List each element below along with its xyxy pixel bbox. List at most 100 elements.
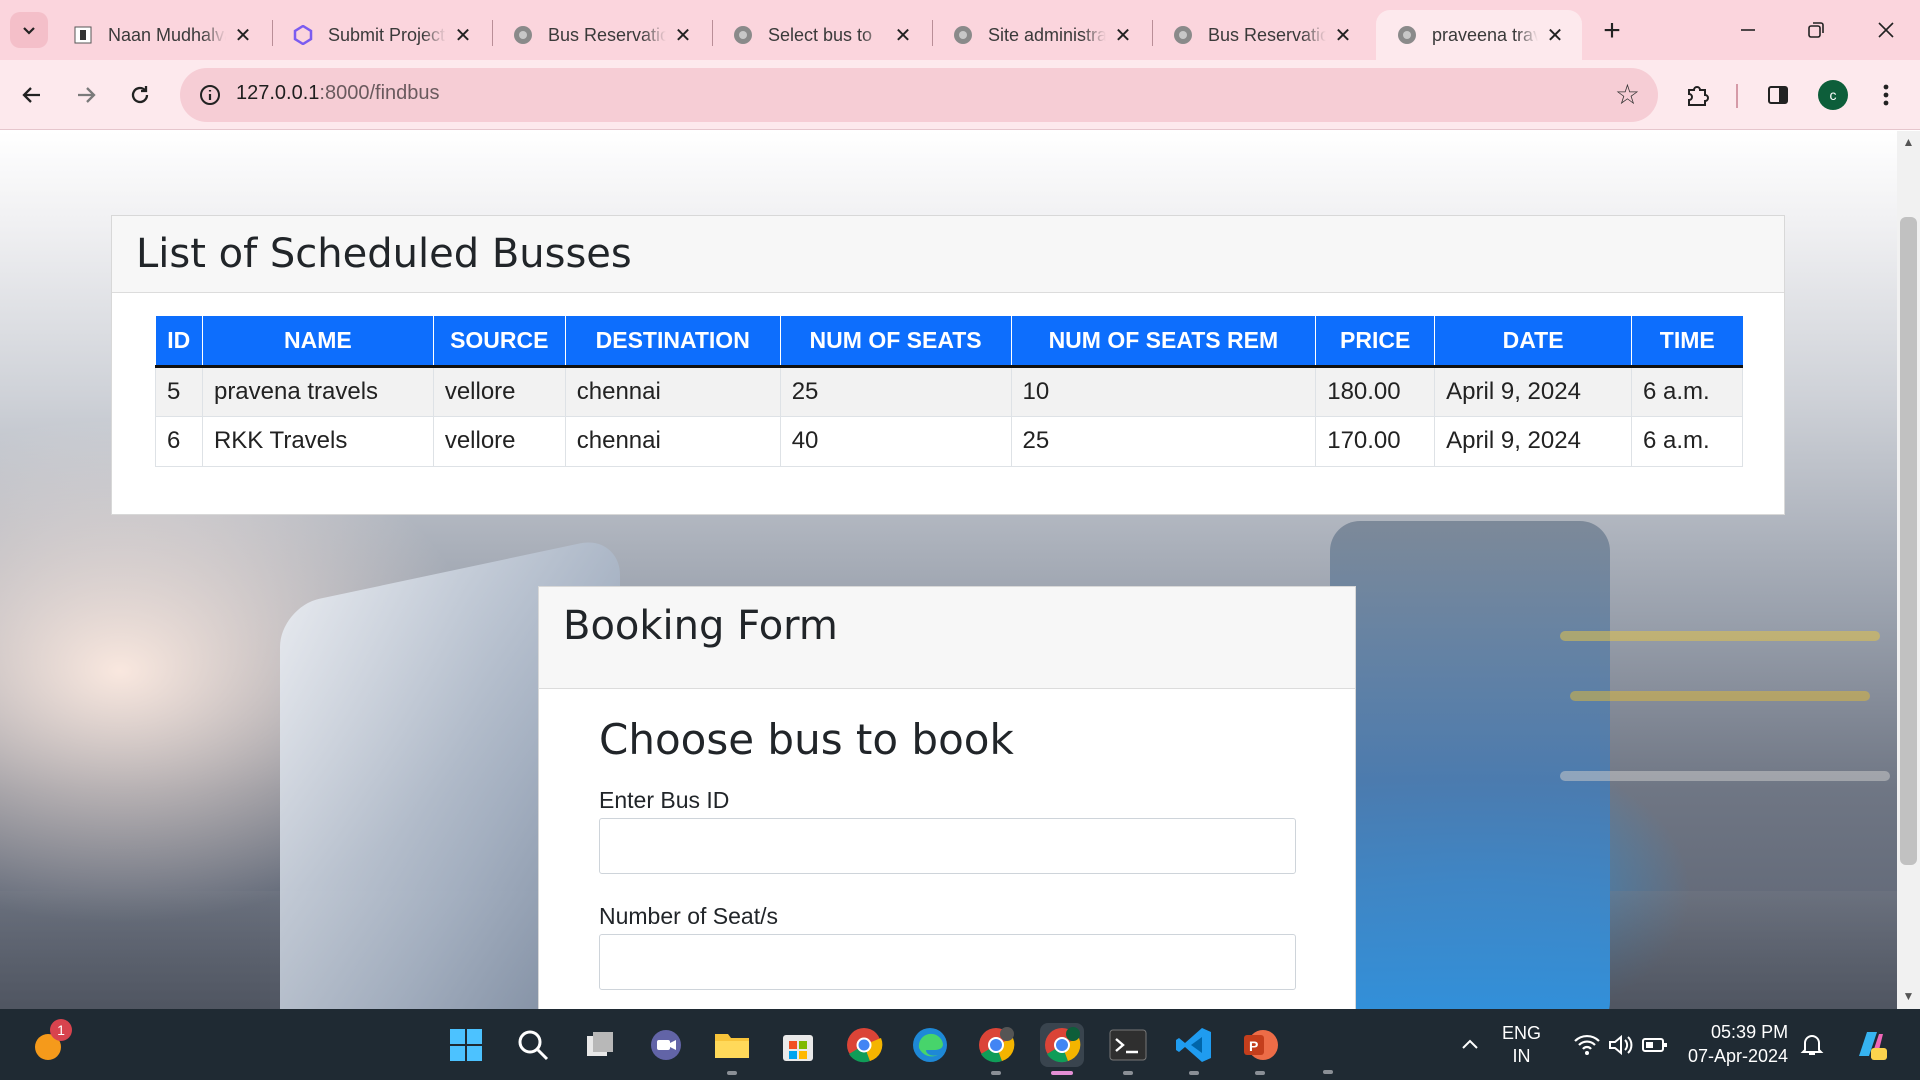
- address-bar[interactable]: 127.0.0.1:8000/findbus ☆: [180, 68, 1658, 122]
- column-header-date: DATE: [1434, 316, 1633, 368]
- notifications-button[interactable]: [1796, 1023, 1828, 1067]
- language-indicator[interactable]: ENG IN: [1502, 1022, 1541, 1068]
- new-tab-button[interactable]: +: [1594, 14, 1630, 48]
- scroll-down-arrow-icon[interactable]: ▼: [1897, 989, 1920, 1007]
- tab-bus-reservation-2[interactable]: Bus Reservation ✕: [1152, 10, 1370, 60]
- tab-title: Site administration: [988, 24, 1106, 45]
- bus-id-input[interactable]: [599, 818, 1296, 874]
- booking-form-subtitle: Choose bus to book: [599, 715, 1014, 764]
- copilot-button[interactable]: [1848, 1023, 1892, 1067]
- close-tab-icon[interactable]: ✕: [672, 24, 694, 47]
- url-text[interactable]: 127.0.0.1:8000/findbus: [236, 82, 440, 105]
- reload-button[interactable]: [118, 73, 162, 117]
- url-path: :8000/findbus: [319, 82, 440, 104]
- naan-mudhalvan-favicon: [72, 24, 94, 46]
- chrome-button[interactable]: [842, 1023, 886, 1067]
- globe-favicon: [732, 24, 754, 46]
- minimize-button[interactable]: [1714, 0, 1782, 60]
- booking-form-title: Booking Form: [539, 587, 1355, 689]
- clock[interactable]: 05:39 PM 07-Apr-2024: [1688, 1020, 1788, 1068]
- task-view-button[interactable]: [578, 1023, 622, 1067]
- wifi-icon: [1574, 1034, 1600, 1055]
- store-icon: [783, 1035, 813, 1061]
- cell-price: 170.00: [1315, 415, 1436, 467]
- column-header-num-of-seats: NUM OF SEATS: [780, 316, 1012, 368]
- globe-favicon: [1396, 24, 1418, 46]
- scroll-up-arrow-icon[interactable]: ▲: [1897, 135, 1920, 153]
- teams-meet-button[interactable]: [644, 1023, 688, 1067]
- extensions-button[interactable]: [1676, 73, 1720, 117]
- quick-settings-button[interactable]: [1566, 1023, 1676, 1067]
- show-hidden-icons-button[interactable]: [1448, 1023, 1492, 1067]
- chevron-down-icon: [23, 27, 35, 35]
- microsoft-store-button[interactable]: [776, 1023, 820, 1067]
- weather-widget-button[interactable]: 1: [26, 1019, 72, 1067]
- kebab-menu-icon: [1883, 84, 1889, 106]
- forward-button[interactable]: [64, 73, 108, 117]
- terminal-button[interactable]: [1106, 1023, 1150, 1075]
- cell-source: vellore: [432, 365, 566, 417]
- volume-icon: [1609, 1034, 1633, 1056]
- cell-name: pravena travels: [201, 365, 434, 417]
- close-tab-icon[interactable]: ✕: [1332, 24, 1354, 47]
- close-tab-icon[interactable]: ✕: [1112, 24, 1134, 47]
- vscode-button[interactable]: [1172, 1023, 1216, 1075]
- tab-bus-reservation[interactable]: Bus Reservation ✕: [492, 10, 710, 60]
- bookmark-star-icon[interactable]: ☆: [1615, 78, 1640, 111]
- close-tab-icon[interactable]: ✕: [1544, 24, 1566, 47]
- tab-naan-mudhalvan[interactable]: Naan Mudhalvan ✕: [52, 10, 270, 60]
- close-tab-icon[interactable]: ✕: [232, 24, 254, 47]
- clock-date: 07-Apr-2024: [1688, 1046, 1789, 1066]
- video-chat-icon: [651, 1030, 681, 1060]
- chrome-profile-icon: [979, 1027, 1015, 1063]
- file-explorer-button[interactable]: [710, 1023, 754, 1075]
- seats-label: Number of Seat/s: [599, 903, 778, 929]
- tab-praveena-travels[interactable]: praveena travels ✕: [1376, 10, 1582, 60]
- clock-time: 05:39 PM: [1711, 1022, 1789, 1042]
- table-row: 5 pravena travels vellore chennai 25 10 …: [155, 365, 1743, 417]
- cell-date: April 9, 2024: [1434, 365, 1633, 417]
- background-streak: [1570, 691, 1870, 701]
- cell-destination: chennai: [564, 365, 781, 417]
- page-scrollbar[interactable]: ▲ ▼: [1897, 131, 1920, 1009]
- arrow-right-icon: [78, 87, 96, 103]
- cell-destination: chennai: [564, 415, 781, 467]
- close-tab-icon[interactable]: ✕: [892, 24, 914, 47]
- chrome-profile-c-button[interactable]: [1040, 1023, 1084, 1075]
- column-header-time: TIME: [1631, 316, 1743, 368]
- background-streak: [1560, 631, 1880, 641]
- globe-favicon: [952, 24, 974, 46]
- side-panel-button[interactable]: [1756, 73, 1800, 117]
- folder-icon: [715, 1034, 749, 1058]
- close-tab-icon[interactable]: ✕: [452, 24, 474, 47]
- profile-avatar[interactable]: c: [1818, 80, 1848, 110]
- seats-input[interactable]: [599, 934, 1296, 990]
- bus-id-label: Enter Bus ID: [599, 787, 730, 813]
- running-indicator: [1255, 1071, 1265, 1075]
- tab-submit-project[interactable]: Submit Project ✕: [272, 10, 490, 60]
- tab-site-administration[interactable]: Site administration ✕: [932, 10, 1150, 60]
- browser-menu-button[interactable]: [1864, 73, 1908, 117]
- site-info-icon[interactable]: [196, 81, 224, 109]
- search-button[interactable]: [511, 1023, 555, 1067]
- tab-search-button[interactable]: [10, 12, 48, 48]
- cell-id: 5: [155, 365, 203, 417]
- tab-select-bus[interactable]: Select bus to ✕: [712, 10, 930, 60]
- restore-icon: [1808, 22, 1824, 38]
- back-button[interactable]: [10, 73, 54, 117]
- running-indicator: [727, 1071, 737, 1075]
- start-button[interactable]: [444, 1023, 488, 1067]
- edge-button[interactable]: [908, 1023, 952, 1067]
- chrome-profile-m-button[interactable]: [974, 1023, 1018, 1075]
- scrollbar-thumb[interactable]: [1900, 217, 1917, 865]
- close-window-button[interactable]: [1852, 0, 1920, 60]
- restore-button[interactable]: [1782, 0, 1850, 60]
- search-icon: [518, 1030, 549, 1061]
- cell-num-of-seats-rem: 10: [1010, 365, 1317, 417]
- submit-project-favicon: [292, 24, 314, 46]
- region-code: IN: [1512, 1046, 1531, 1066]
- powerpoint-button[interactable]: P: [1238, 1023, 1282, 1075]
- running-indicator: [1189, 1071, 1199, 1075]
- tab-title: Bus Reservation: [1208, 24, 1326, 45]
- copilot-icon: [1859, 1032, 1887, 1060]
